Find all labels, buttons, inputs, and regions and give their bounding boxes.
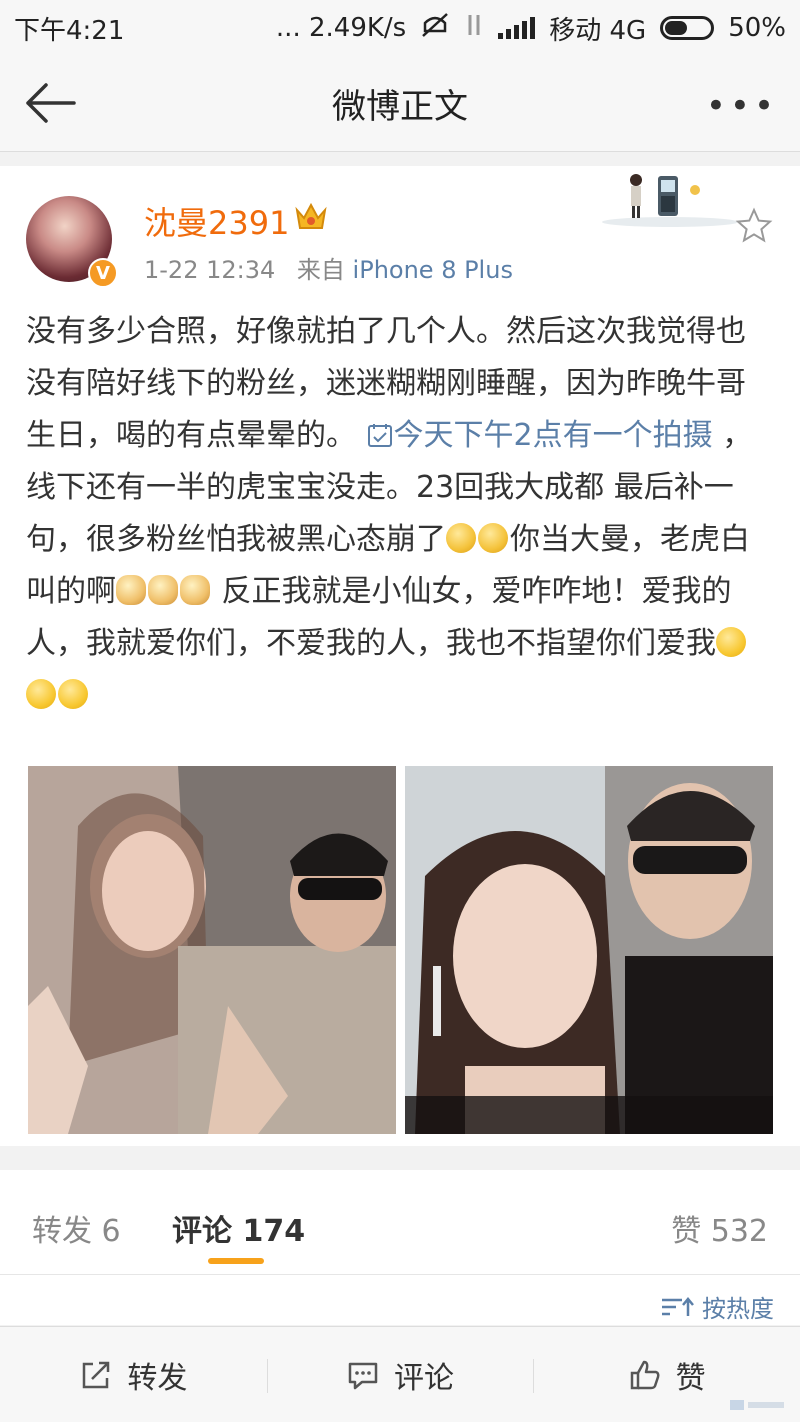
tab-comments[interactable]: 评论 174: [172, 1206, 305, 1250]
sort-row: 按热度: [0, 1275, 800, 1325]
sort-icon: [662, 1296, 694, 1316]
battery-percent: 50%: [728, 13, 786, 43]
tab-likes[interactable]: 赞 532: [671, 1206, 768, 1250]
carrier-label: 移动 4G: [549, 15, 647, 46]
cover-face-emoji-icon: [478, 523, 508, 553]
doge-emoji-icon: [180, 575, 210, 605]
comment-label: 评论: [394, 1360, 454, 1396]
smile-emoji-icon: [716, 627, 746, 657]
comment-icon: [348, 1362, 378, 1389]
page-title: 微博正文: [332, 87, 468, 127]
repost-label: 转发: [127, 1360, 188, 1396]
source-device[interactable]: iPhone 8 Plus: [353, 256, 513, 284]
verified-badge-icon: V: [88, 258, 118, 288]
card-decoration-icon: [600, 168, 740, 228]
topic-link[interactable]: 今天下午2点有一个拍摄: [366, 418, 713, 453]
smile-emoji-icon: [26, 679, 56, 709]
doge-emoji-icon: [148, 575, 178, 605]
status-bar: 下午4:21 ... 2.49K/s 移动 4G 50%: [0, 0, 800, 56]
post-timestamp: 1-22 12:34: [144, 256, 276, 284]
sort-label: 按热度: [702, 1295, 774, 1323]
post-stats-tabs: 转发 6 评论 174 赞 532: [0, 1170, 800, 1274]
bottom-toolbar: 转发 评论 赞: [0, 1326, 800, 1422]
active-tab-indicator: [208, 1258, 264, 1264]
tab-reposts[interactable]: 转发 6: [32, 1206, 121, 1250]
repost-icon: [83, 1361, 110, 1388]
post-photo-2[interactable]: [405, 766, 773, 1134]
weibo-post-card: V 沈曼2391 1-22 12:34 来自 iPhone 8 Plus 没有多…: [0, 166, 800, 1146]
more-options-icon[interactable]: •••: [706, 86, 778, 126]
topic-link-label: 今天下午2点有一个拍摄: [393, 418, 713, 453]
comment-button[interactable]: 评论: [266, 1353, 534, 1397]
title-bar: 微博正文 •••: [0, 56, 800, 152]
post-photo-1[interactable]: [28, 766, 396, 1134]
back-arrow-icon[interactable]: [20, 78, 80, 128]
doge-emoji-icon: [116, 575, 146, 605]
like-button[interactable]: 赞: [533, 1353, 800, 1397]
favorite-star-icon[interactable]: [734, 206, 774, 246]
data-arrows-icon: [464, 12, 484, 45]
post-body: 没有多少合照，好像就拍了几个人。然后这次我觉得也没有陪好线下的粉丝，迷迷糊糊刚睡…: [26, 306, 774, 722]
battery-icon: [660, 16, 715, 40]
repost-button[interactable]: 转发: [0, 1353, 267, 1397]
smile-emoji-icon: [58, 679, 88, 709]
like-label: 赞: [675, 1360, 706, 1396]
sort-by-hot-button[interactable]: 按热度: [660, 1289, 774, 1324]
watermark-logo-icon: [728, 1396, 788, 1414]
username[interactable]: 沈曼2391: [144, 198, 289, 244]
post-meta: 1-22 12:34 来自 iPhone 8 Plus: [144, 250, 513, 285]
crown-badge-icon: [294, 200, 328, 232]
cover-face-emoji-icon: [446, 523, 476, 553]
network-speed: ... 2.49K/s: [275, 13, 407, 43]
source-prefix: 来自: [296, 256, 345, 284]
thumbs-up-icon: [630, 1360, 660, 1389]
signal-icon: [498, 17, 536, 39]
mute-icon: [420, 11, 450, 46]
status-time: 下午4:21: [14, 15, 125, 46]
